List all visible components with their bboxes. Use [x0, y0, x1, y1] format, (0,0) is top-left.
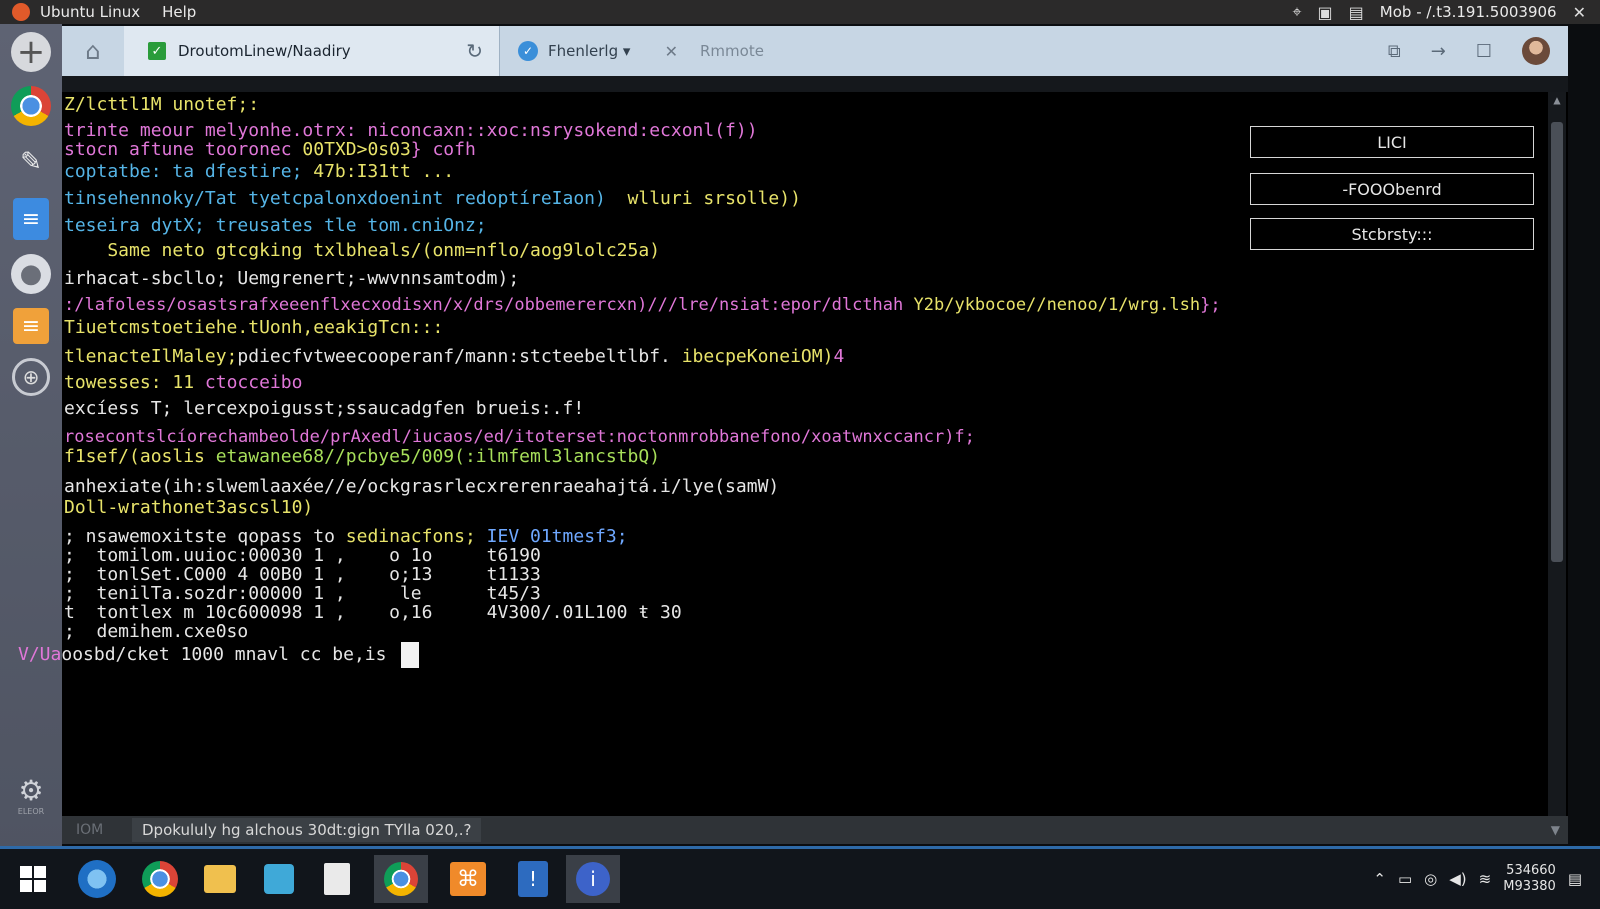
- battery-icon[interactable]: ▣: [1318, 3, 1333, 22]
- status-text: Mob - /.t3.191.5003906: [1379, 3, 1557, 21]
- notification-icon[interactable]: ▤: [1568, 870, 1582, 888]
- clock-time: 534660: [1506, 863, 1556, 878]
- tray-battery-icon[interactable]: ▭: [1398, 870, 1412, 888]
- status-left-label: IOM: [76, 822, 104, 838]
- tray-network-icon[interactable]: ◎: [1424, 870, 1437, 888]
- terminal-line: towesses: 11 ctocceibo: [64, 372, 303, 393]
- blue-app-taskbar-icon[interactable]: !: [518, 861, 548, 897]
- clock[interactable]: 534660 M93380: [1503, 863, 1556, 895]
- tab-second[interactable]: ✓ Fhenlerlg ▾ ✕: [500, 26, 690, 76]
- chrome-active-taskbar-icon[interactable]: [374, 855, 428, 903]
- active-app-taskbar-icon[interactable]: i: [566, 855, 620, 903]
- tray-language-icon[interactable]: ≋: [1479, 870, 1492, 888]
- status-bar: IOM Dpokululy hg alchous 30dt:gign TYlla…: [62, 816, 1568, 844]
- ubuntu-logo-icon[interactable]: [12, 3, 30, 21]
- side-button-1[interactable]: LICI: [1250, 126, 1534, 158]
- notes-launcher-icon[interactable]: ≡: [13, 308, 49, 344]
- terminal-line: excíess T; lercexpoigusst;ssaucadgfen br…: [64, 398, 585, 419]
- check-icon: ✓: [148, 42, 166, 60]
- terminal-line: teseira dytX; treusates tle tom.cniOnz;: [64, 215, 487, 236]
- tab-active-title: DroutomLinew/Naadiry: [178, 42, 351, 60]
- status-message: Dpokululy hg alchous 30dt:gign TYlla 020…: [132, 818, 482, 842]
- terminal-line: :/lafoless/osastsrafxeeenflxecxodisxn/x/…: [64, 295, 1221, 315]
- chrome-taskbar-icon[interactable]: [142, 861, 178, 897]
- terminal-line: rosecontslcíorechambeolde/prAxedl/iucaos…: [64, 427, 975, 447]
- document-launcher-icon[interactable]: ≡: [13, 198, 49, 240]
- taskbar: ⌘ ! i ⌃ ▭ ◎ ◀) ≋ 534660 M93380 ▤: [0, 846, 1600, 909]
- menu-help[interactable]: Help: [162, 3, 196, 21]
- terminal-taskbar-icon[interactable]: ⌘: [450, 862, 486, 896]
- vertical-scrollbar[interactable]: ▲: [1548, 92, 1566, 816]
- side-button-3[interactable]: Stcbrsty:::: [1250, 218, 1534, 250]
- terminal-line: Doll-wrathonet3ascsl10): [64, 497, 314, 518]
- scroll-down-icon[interactable]: ▼: [1551, 823, 1560, 837]
- launcher-sidebar: + ✎ ≡ ● ≡ ⊕ ⚙ ELEOR: [0, 24, 62, 862]
- terminal-line: f1sef/(aoslis etawanee68//pcbye5/009(:il…: [64, 446, 661, 467]
- terminal-line: Same neto gtcgking txlbheals/(onm=nflo/a…: [64, 240, 661, 261]
- home-icon[interactable]: ⌂: [62, 26, 124, 76]
- edit-icon[interactable]: ⧉: [1388, 41, 1401, 62]
- top-system-bar: Ubuntu Linux Help ⌖ ▣ ▤ Mob - /.t3.191.5…: [0, 0, 1600, 24]
- terminal-line: stocn aftune tooronec 00TXD>0s03} cofh: [64, 139, 476, 160]
- terminal-line: Z/lcttl1M unotef;:: [64, 94, 260, 115]
- user-launcher-icon[interactable]: ●: [11, 254, 51, 294]
- editor-launcher-icon[interactable]: ✎: [9, 140, 53, 184]
- chrome-launcher-icon[interactable]: [11, 86, 51, 126]
- terminal-line: tlenacteIlMaley;pdiecfvtweecooperanf/man…: [64, 346, 845, 367]
- terminal-cursor: [401, 642, 420, 668]
- maximize-icon[interactable]: ☐: [1476, 41, 1492, 62]
- tab-close-icon[interactable]: ✕: [665, 42, 678, 61]
- terminal-line: coptatbe: ta dfestire; 47b:I31tt ...: [64, 161, 455, 182]
- terminal-window[interactable]: Z/lcttl1M unotef;: trinte meour melyonhe…: [18, 76, 1568, 816]
- tray-volume-icon[interactable]: ◀): [1449, 870, 1466, 888]
- terminal-prompt-line[interactable]: V/Uaoosbd/cket 1000 mnavl cc be,is: [18, 642, 420, 668]
- terminal-top-strip: [62, 76, 1568, 92]
- tab-second-title: Fhenlerlg ▾: [548, 42, 631, 60]
- tab-app-icon: ✓: [518, 41, 538, 61]
- menu-app-name[interactable]: Ubuntu Linux: [40, 3, 140, 21]
- chevron-up-icon[interactable]: ⌃: [1373, 870, 1386, 888]
- terminal-line: ; demihem.cxe0so: [64, 621, 249, 642]
- add-launcher-icon[interactable]: +: [11, 32, 51, 72]
- globe-launcher-icon[interactable]: ⊕: [12, 358, 50, 396]
- start-button[interactable]: [8, 857, 58, 901]
- tab-bar-controls: ⧉ → ☐: [1388, 26, 1550, 76]
- tab-third[interactable]: Rmmote: [690, 26, 764, 76]
- system-tray-top: ⌖ ▣ ▤ Mob - /.t3.191.5003906 ✕: [1293, 2, 1586, 22]
- document-taskbar-icon[interactable]: [324, 863, 350, 895]
- terminal-line: Tiuetcmstoetiehe.tUonh,eeakigTcn:::: [64, 317, 444, 338]
- side-button-2[interactable]: -FOOObenrd: [1250, 173, 1534, 205]
- settings-gear-icon[interactable]: ⚙ ELEOR: [7, 774, 55, 816]
- folder-taskbar-icon[interactable]: [204, 865, 236, 893]
- tab-active[interactable]: ✓ DroutomLinew/Naadiry ↻: [124, 26, 500, 76]
- scroll-up-icon[interactable]: ▲: [1548, 92, 1566, 108]
- clock-date: M93380: [1503, 879, 1556, 894]
- ie-taskbar-icon[interactable]: [78, 860, 116, 898]
- app-taskbar-icon[interactable]: [264, 864, 294, 894]
- browser-tab-bar: ⌂ ✓ DroutomLinew/Naadiry ↻ ✓ Fhenlerlg ▾…: [62, 26, 1568, 76]
- terminal-line: anhexiate(ih:slwemlaaxée//e/ockgrasrlecx…: [64, 476, 780, 497]
- avatar[interactable]: [1522, 37, 1550, 65]
- terminal-line: irhacat-sbcllo; Uemgrenert;-wwvnnsamtodm…: [64, 268, 520, 289]
- network-icon[interactable]: ⌖: [1293, 2, 1302, 22]
- scrollbar-thumb[interactable]: [1551, 122, 1563, 562]
- keyboard-icon[interactable]: ▤: [1349, 3, 1364, 22]
- close-icon[interactable]: ✕: [1573, 3, 1586, 22]
- arrow-right-icon[interactable]: →: [1431, 41, 1446, 62]
- system-tray: ⌃ ▭ ◎ ◀) ≋ 534660 M93380 ▤: [1373, 863, 1582, 895]
- reload-icon[interactable]: ↻: [466, 39, 483, 63]
- terminal-line: tinsehennoky/Tat tyetcpalonxdoenint redo…: [64, 188, 801, 209]
